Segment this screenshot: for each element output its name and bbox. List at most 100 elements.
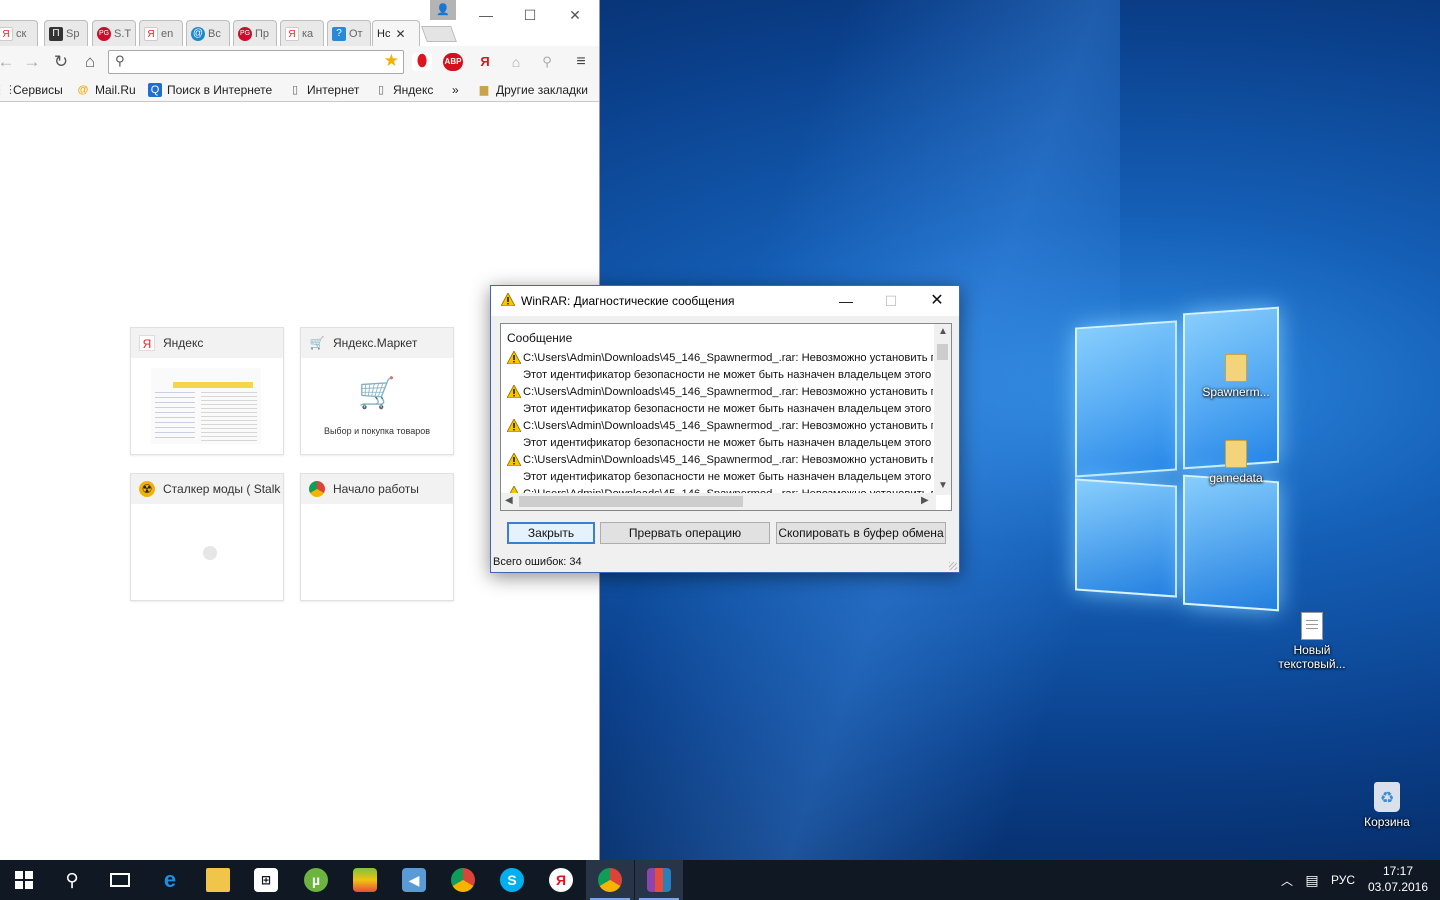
- vertical-scrollbar[interactable]: ▲ ▼: [934, 324, 951, 495]
- list-item[interactable]: C:\Users\Admin\Downloads\45_146_Spawnerm…: [523, 384, 933, 401]
- scroll-right-icon[interactable]: ▶: [921, 495, 929, 506]
- file-explorer-icon: [206, 868, 230, 892]
- chrome-icon: [451, 868, 475, 892]
- desktop-icon-recycle-bin[interactable]: Корзина: [1345, 782, 1429, 829]
- list-item[interactable]: C:\Users\Admin\Downloads\45_146_Spawnerm…: [523, 350, 933, 367]
- list-item[interactable]: Этот идентификатор безопасности не может…: [523, 401, 933, 418]
- taskbar-utorrent[interactable]: µ: [292, 860, 340, 900]
- minimize-button[interactable]: —: [831, 291, 861, 311]
- taskbar-edge[interactable]: e: [146, 860, 194, 900]
- tab-5[interactable]: @ Вс: [186, 20, 230, 46]
- action-center-button[interactable]: ▤: [1300, 860, 1324, 900]
- bookmark-internet[interactable]: ▯ Интернет: [288, 82, 359, 98]
- tab-label: Вс: [208, 27, 221, 40]
- tile-yandex-market[interactable]: 🛒 Яндекс.Маркет 🛒 Выбор и покупка товаро…: [300, 327, 454, 455]
- clock[interactable]: 17:17 03.07.2016: [1364, 863, 1432, 895]
- maximize-button[interactable]: ☐: [516, 6, 544, 26]
- list-item[interactable]: Этот идентификатор безопасности не может…: [523, 367, 933, 384]
- yandex-icon[interactable]: Я: [475, 53, 495, 71]
- minimize-button[interactable]: —: [472, 6, 500, 26]
- tile-title: Яндекс: [163, 336, 204, 350]
- tile-getting-started[interactable]: Начало работы: [300, 473, 454, 601]
- tab-8[interactable]: ? От: [327, 20, 371, 46]
- start-button[interactable]: [0, 860, 48, 900]
- desktop-icon-new-text-file[interactable]: Новый текстовый...: [1268, 610, 1356, 671]
- desktop-icon-spawnermod[interactable]: Spawnerm...: [1194, 352, 1278, 399]
- yandex-icon: Я: [139, 335, 155, 351]
- home-icon[interactable]: ⌂: [80, 52, 100, 72]
- address-input[interactable]: [133, 53, 373, 71]
- list-item[interactable]: Этот идентификатор безопасности не может…: [523, 469, 933, 486]
- show-hidden-icons-button[interactable]: ︿: [1276, 860, 1298, 900]
- tab-6[interactable]: PG Пр: [233, 20, 277, 46]
- recycle-bin-icon: [1374, 782, 1400, 812]
- tab-2[interactable]: П Sp: [44, 20, 88, 46]
- new-tab-button[interactable]: [421, 26, 457, 42]
- tile-yandex[interactable]: Я Яндекс: [130, 327, 284, 455]
- adblock-icon[interactable]: ABP: [443, 53, 463, 71]
- tab-1[interactable]: Я ск: [0, 20, 38, 46]
- close-icon[interactable]: ✕: [395, 27, 405, 41]
- menu-icon[interactable]: ≡: [571, 53, 591, 71]
- scroll-thumb[interactable]: [937, 344, 948, 360]
- forward-icon[interactable]: →: [22, 52, 42, 72]
- tab-9-active[interactable]: Нс ✕: [372, 20, 420, 46]
- language-label: РУС: [1330, 873, 1356, 887]
- scroll-thumb[interactable]: [519, 496, 743, 507]
- task-view-icon: [110, 873, 130, 887]
- list-item[interactable]: C:\Users\Admin\Downloads\45_146_Spawnerm…: [523, 418, 933, 435]
- bookmarks-overflow-button[interactable]: »: [452, 82, 459, 98]
- abort-operation-button[interactable]: Прервать операцию: [600, 522, 770, 544]
- home-extension-icon[interactable]: ⌂: [506, 53, 526, 71]
- bookmark-yandex[interactable]: ▯ Яндекс: [374, 82, 433, 98]
- taskbar-winrar-active[interactable]: [635, 860, 683, 900]
- close-window-button[interactable]: ✕: [922, 291, 952, 311]
- task-view-button[interactable]: [96, 860, 144, 900]
- tile-title: Сталкер моды ( Stalk: [163, 482, 281, 496]
- at-icon: @: [191, 26, 205, 41]
- store-icon: ⊞: [254, 868, 278, 892]
- opera-icon[interactable]: ⬮: [412, 53, 432, 71]
- taskbar-yandex-browser[interactable]: Я: [537, 860, 585, 900]
- tile-stalker-mods[interactable]: ☢ Сталкер моды ( Stalk: [130, 473, 284, 601]
- address-bar[interactable]: ⚲ ★: [108, 50, 404, 74]
- close-window-button[interactable]: ✕: [561, 6, 589, 26]
- tab-3[interactable]: PG S.T: [92, 20, 136, 46]
- close-button[interactable]: Закрыть: [507, 522, 595, 544]
- taskbar-chrome-active[interactable]: [586, 860, 634, 900]
- desktop-icon-gamedata[interactable]: gamedata: [1194, 438, 1278, 485]
- taskbar-audio-app[interactable]: ◀: [390, 860, 438, 900]
- scroll-up-icon[interactable]: ▲: [938, 326, 948, 337]
- copy-to-clipboard-button[interactable]: Скопировать в буфер обмена: [776, 522, 946, 544]
- profile-icon[interactable]: 👤: [430, 0, 456, 20]
- list-item[interactable]: C:\Users\Admin\Downloads\45_146_Spawnerm…: [523, 452, 933, 469]
- search-extension-icon[interactable]: ⚲: [537, 53, 557, 71]
- taskbar-bluestacks[interactable]: [341, 860, 389, 900]
- scroll-left-icon[interactable]: ◀: [505, 495, 513, 506]
- bookmark-other-bookmarks[interactable]: ▆ Другие закладки: [477, 82, 588, 98]
- bookmark-mailru[interactable]: @ Mail.Ru: [76, 82, 136, 98]
- scroll-down-icon[interactable]: ▼: [938, 480, 948, 491]
- taskbar-skype[interactable]: S: [488, 860, 536, 900]
- tab-7[interactable]: Я ка: [280, 20, 324, 46]
- bookmark-services[interactable]: ⋮⋮ Сервисы: [0, 82, 63, 98]
- taskbar-explorer[interactable]: [194, 860, 242, 900]
- horizontal-scrollbar[interactable]: ◀ ▶: [501, 493, 936, 510]
- chevron-up-icon: ︿: [1280, 873, 1293, 888]
- taskbar-chrome[interactable]: [439, 860, 487, 900]
- message-list[interactable]: Сообщение C:\Users\Admin\Downloads\45_14…: [500, 323, 952, 511]
- bookmark-label: Интернет: [307, 83, 360, 97]
- reload-icon[interactable]: ↻: [51, 52, 71, 72]
- taskbar-store[interactable]: ⊞: [242, 860, 290, 900]
- bookmark-star-icon[interactable]: ★: [384, 51, 399, 71]
- language-indicator[interactable]: РУС: [1326, 860, 1360, 900]
- speaker-icon: ◀: [402, 868, 426, 892]
- desktop-icon-label: Spawnerm...: [1202, 385, 1270, 399]
- tab-4[interactable]: Я en: [139, 20, 183, 46]
- list-item[interactable]: Этот идентификатор безопасности не может…: [523, 435, 933, 452]
- resize-grip-icon[interactable]: [949, 562, 957, 570]
- search-button[interactable]: ⚲: [48, 860, 96, 900]
- back-icon[interactable]: ←: [0, 52, 16, 72]
- bookmark-internet-search[interactable]: Q Поиск в Интернете: [148, 82, 272, 98]
- taskbar: ⚲ e ⊞ µ ◀ S Я ︿ ▤ РУС 17:17 03.07.2016: [0, 860, 1440, 900]
